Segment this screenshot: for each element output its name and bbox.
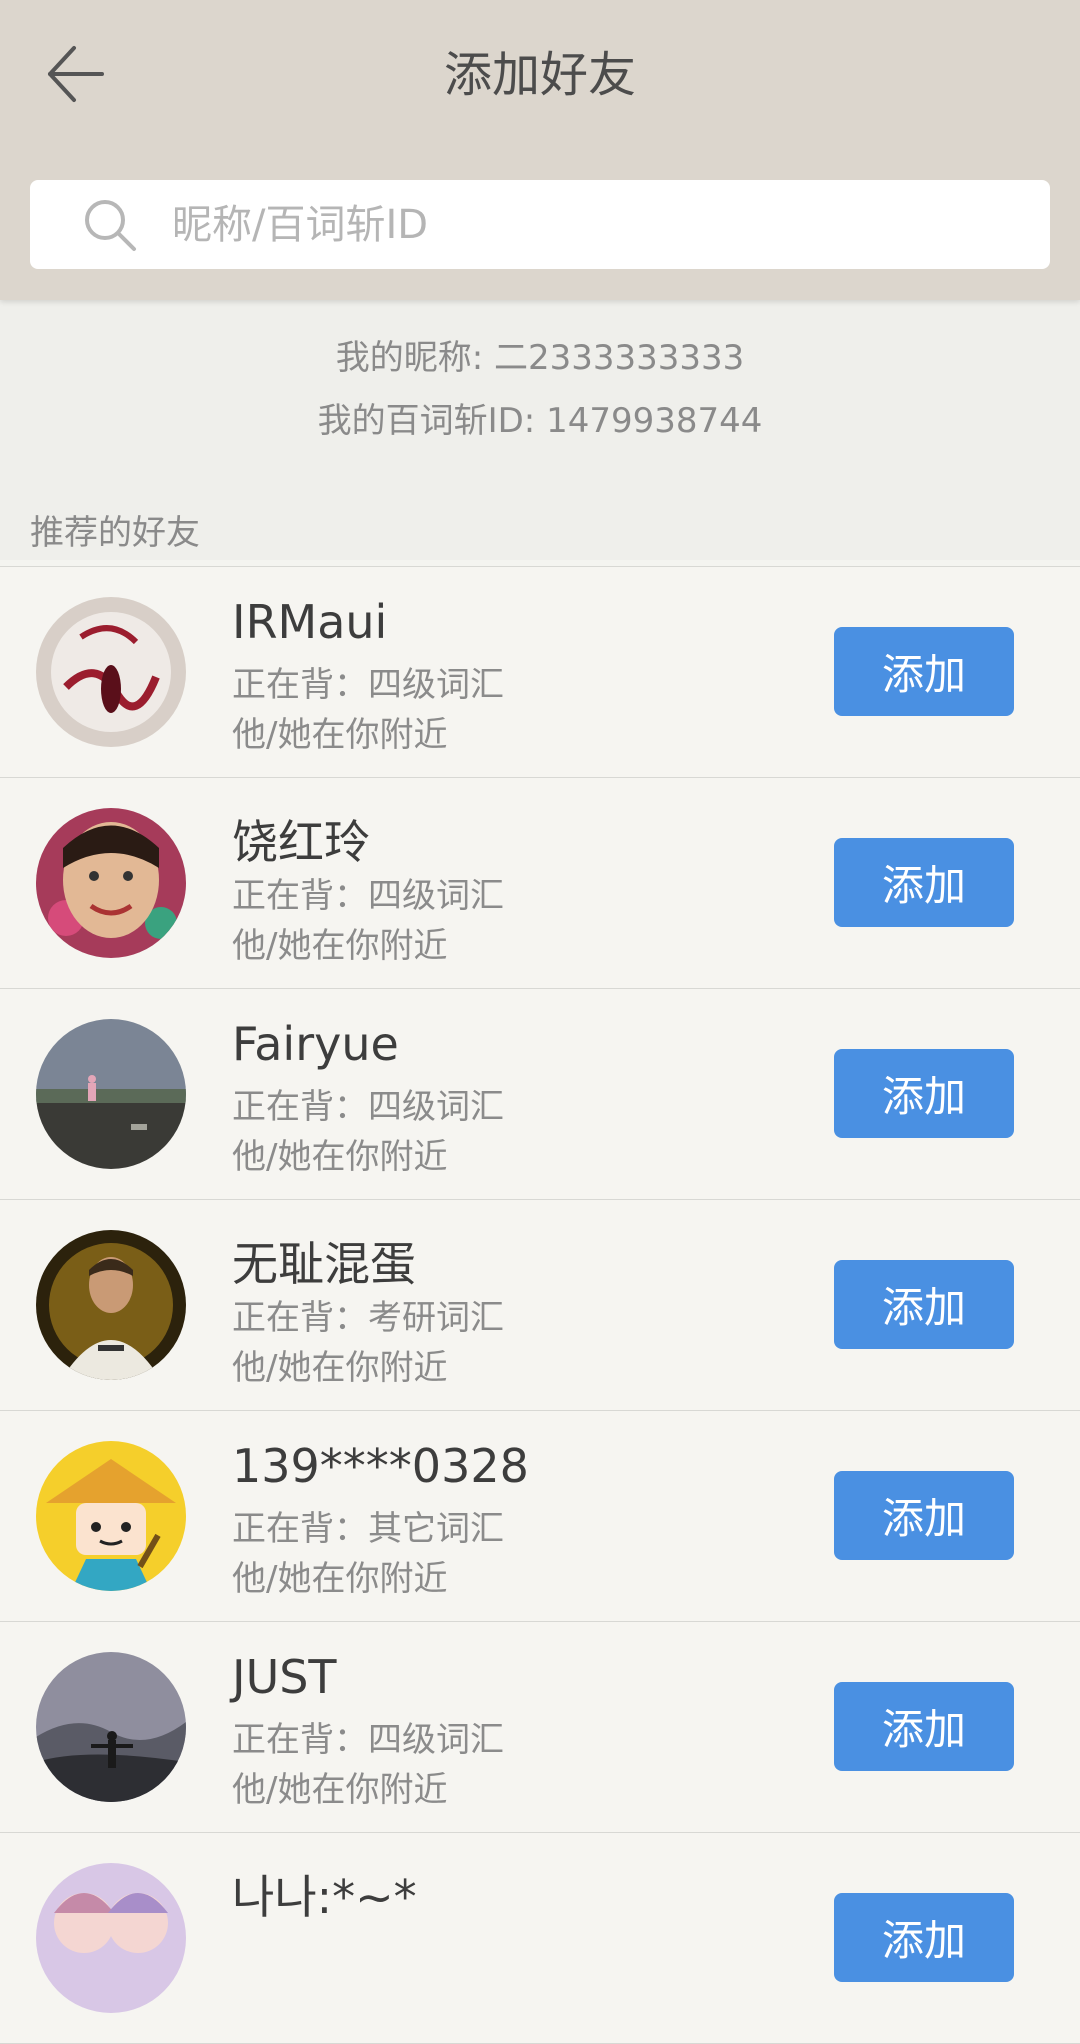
search-bar[interactable] [30, 180, 1050, 269]
friend-row: Fairyue 正在背：四级词汇 他/她在你附近 添加 [0, 989, 1080, 1200]
friend-row: 나나:*~* 添加 [0, 1833, 1080, 2044]
add-friend-button[interactable]: 添加 [834, 838, 1014, 927]
friend-nearby: 他/她在你附近 [232, 1559, 448, 1599]
friend-nearby: 他/她在你附近 [232, 926, 448, 966]
friend-name: 无耻混蛋 [232, 1237, 416, 1291]
friend-nearby: 他/她在你附近 [232, 1137, 448, 1177]
friend-learning: 正在背：四级词汇 [232, 1720, 504, 1760]
top-bar: 添加好友 [0, 0, 1080, 300]
friend-row: 无耻混蛋 正在背：考研词汇 他/她在你附近 添加 [0, 1200, 1080, 1411]
avatar[interactable] [36, 1863, 186, 2013]
friend-nearby: 他/她在你附近 [232, 1770, 448, 1810]
avatar[interactable] [36, 1019, 186, 1169]
avatar[interactable] [36, 1652, 186, 1802]
search-input[interactable] [170, 200, 974, 249]
friend-name: 饶红玲 [232, 815, 370, 869]
friend-row: IRMaui 正在背：四级词汇 他/她在你附近 添加 [0, 567, 1080, 778]
avatar[interactable] [36, 808, 186, 958]
page-title: 添加好友 [443, 47, 636, 103]
friend-name: 나나:*~* [232, 1870, 417, 1924]
search-icon [80, 195, 140, 255]
friend-nearby: 他/她在你附近 [232, 1348, 448, 1388]
friend-learning: 正在背：四级词汇 [232, 876, 504, 916]
add-friend-button[interactable]: 添加 [834, 627, 1014, 716]
add-friend-button[interactable]: 添加 [834, 1471, 1014, 1560]
friend-name: IRMaui [232, 595, 388, 649]
recommended-friends-label: 推荐的好友 [30, 513, 200, 553]
add-friend-button[interactable]: 添加 [834, 1049, 1014, 1138]
add-friend-button[interactable]: 添加 [834, 1893, 1014, 1982]
friend-list: IRMaui 正在背：四级词汇 他/她在你附近 添加 饶红玲 正在背：四级词汇 … [0, 566, 1080, 2044]
friend-name: 139****0328 [232, 1439, 529, 1493]
friend-learning: 正在背：其它词汇 [232, 1509, 504, 1549]
my-id: 我的百词斩ID: 1479938744 [317, 401, 763, 441]
friend-row: 139****0328 正在背：其它词汇 他/她在你附近 添加 [0, 1411, 1080, 1622]
add-friend-button[interactable]: 添加 [834, 1682, 1014, 1771]
friend-name: JUST [232, 1650, 337, 1704]
friend-learning: 正在背：四级词汇 [232, 1087, 504, 1127]
add-friend-button[interactable]: 添加 [834, 1260, 1014, 1349]
friend-learning: 正在背：四级词汇 [232, 665, 504, 705]
avatar[interactable] [36, 1230, 186, 1380]
friend-name: Fairyue [232, 1017, 399, 1071]
avatar[interactable] [36, 597, 186, 747]
my-nickname: 我的昵称: 二2333333333 [335, 338, 745, 378]
friend-row: JUST 正在背：四级词汇 他/她在你附近 添加 [0, 1622, 1080, 1833]
friend-learning: 正在背：考研词汇 [232, 1298, 504, 1338]
friend-row: 饶红玲 正在背：四级词汇 他/她在你附近 添加 [0, 778, 1080, 989]
friend-nearby: 他/她在你附近 [232, 715, 448, 755]
avatar[interactable] [36, 1441, 186, 1591]
